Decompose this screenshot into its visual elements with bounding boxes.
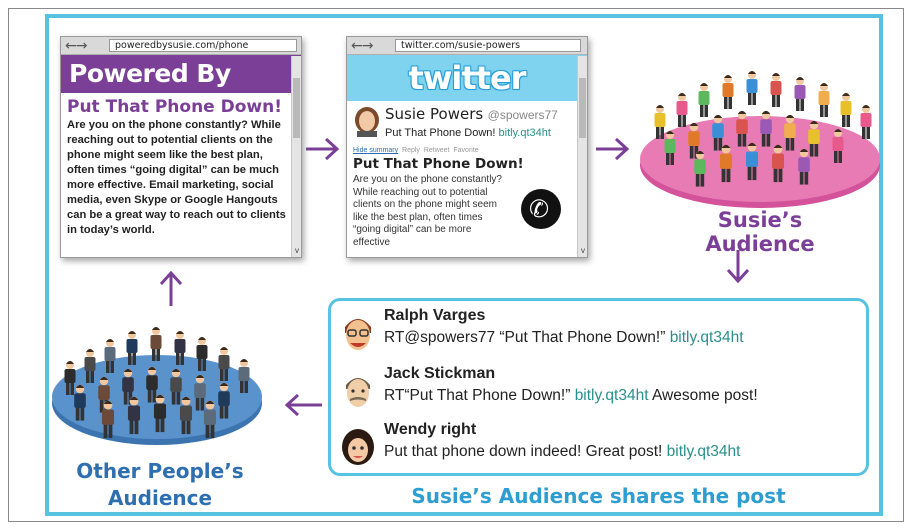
person-figure <box>771 144 785 183</box>
person-figure <box>218 382 230 419</box>
person-figure <box>794 77 806 111</box>
other-audience-crowd-icon <box>64 327 250 439</box>
susie-avatar-icon <box>355 107 379 137</box>
tweet-text-body: Put That Phone Down! <box>385 127 496 139</box>
jack-avatar-icon <box>346 378 370 407</box>
person-figure <box>760 110 772 147</box>
share-text-suffix: Awesome post! <box>648 387 758 404</box>
person-figure <box>664 131 676 165</box>
share-text-body: RT“Put That Phone Down!” <box>384 387 575 404</box>
blog-post-title: Put That Phone Down! <box>67 97 282 117</box>
susie-audience-label: Susie’s Audience <box>705 208 815 256</box>
person-figure <box>179 396 193 435</box>
wendy-avatar-icon <box>342 429 374 465</box>
hide-summary-link[interactable]: Hide summary <box>353 147 398 154</box>
person-figure <box>101 400 115 439</box>
phone-icon: ✆ <box>521 189 561 229</box>
twitter-scrollbar[interactable]: v <box>577 56 587 257</box>
arrow-up-icon <box>159 270 183 306</box>
twitter-logo: twitter <box>408 59 527 97</box>
blog-banner: Powered By Susie <box>61 55 301 126</box>
arrow-left-icon <box>284 393 322 417</box>
person-figure <box>126 331 138 365</box>
twitter-url[interactable]: twitter.com/susie-powers <box>395 39 581 52</box>
blog-scrollbar[interactable]: v <box>291 56 301 257</box>
person-figure <box>770 73 782 107</box>
person-figure <box>798 148 810 185</box>
person-figure <box>218 347 230 381</box>
share-author-name: Ralph Varges <box>384 307 486 324</box>
person-figure <box>860 105 872 139</box>
person-figure <box>722 75 734 109</box>
person-figure <box>746 71 758 105</box>
susie-audience-crowd-icon <box>654 71 872 187</box>
person-figure <box>194 374 206 411</box>
back-forward-arrows-icon[interactable]: ←→ <box>65 39 109 53</box>
share-link[interactable]: bitly.qt34ht <box>575 387 649 404</box>
share-author-name: Wendy right <box>384 421 477 438</box>
person-figure <box>104 339 116 373</box>
reply-action[interactable]: Reply <box>402 147 420 154</box>
shares-caption: Susie’s Audience shares the post <box>411 484 786 508</box>
person-figure <box>840 93 852 127</box>
share-text: Put that phone down indeed! Great post! … <box>384 443 740 461</box>
retweet-action[interactable]: Retweet <box>424 147 450 154</box>
share-text: RT@spowers77 “Put That Phone Down!” bitl… <box>384 329 744 347</box>
twitter-banner: twitter <box>347 55 587 101</box>
person-figure <box>736 110 748 147</box>
share-link[interactable]: bitly.qt34ht <box>667 443 741 460</box>
person-figure <box>84 349 96 383</box>
person-figure <box>150 327 162 361</box>
blog-scroll-thumb[interactable] <box>293 78 300 138</box>
tweet-actions: Hide summary Reply Retweet Favorite <box>347 147 587 154</box>
twitter-address-bar: ←→ twitter.com/susie-powers <box>347 37 587 55</box>
share-text-body: RT@spowers77 “Put That Phone Down!” <box>384 329 670 346</box>
person-figure <box>74 384 86 421</box>
phone-glyph: ✆ <box>529 195 550 223</box>
blog-address-bar: ←→ poweredbysusie.com/phone <box>61 37 301 55</box>
card-post-body: Are you on the phone constantly? While r… <box>353 174 502 248</box>
share-link[interactable]: bitly.qt34ht <box>670 329 744 346</box>
person-figure <box>64 361 76 395</box>
person-figure <box>712 114 724 151</box>
person-figure <box>784 114 796 151</box>
arrow-right-icon <box>596 137 630 161</box>
favorite-action[interactable]: Favorite <box>453 147 478 154</box>
tweet-profile: Susie Powers @spowers77 Put That Phone D… <box>347 101 587 145</box>
person-figure <box>196 337 208 371</box>
tweet-link[interactable]: bitly.qt34ht <box>499 127 551 139</box>
tweet-text: Put That Phone Down! bitly.qt34ht <box>385 127 587 139</box>
share-text-body: Put that phone down indeed! Great post! <box>384 443 667 460</box>
person-figure <box>170 368 182 405</box>
ralph-avatar-icon <box>345 319 371 350</box>
blog-url[interactable]: poweredbysusie.com/phone <box>109 39 297 52</box>
card-post-title: Put That Phone Down! <box>353 156 524 172</box>
other-audience-label: Other People’s Audience <box>60 458 260 512</box>
tweet-author-name: Susie Powers <box>385 105 484 123</box>
arrow-right-icon <box>306 137 340 161</box>
person-figure <box>238 359 250 393</box>
back-forward-arrows-icon[interactable]: ←→ <box>351 39 395 53</box>
person-figure <box>174 331 186 365</box>
blog-post-body: Are you on the phone constantly? While r… <box>67 119 286 236</box>
person-figure <box>808 120 820 157</box>
person-figure <box>818 83 830 117</box>
share-author-name: Jack Stickman <box>384 365 496 382</box>
other-audience-label-line2: Audience <box>107 486 213 510</box>
person-figure <box>203 400 217 439</box>
person-figure <box>698 83 710 117</box>
person-figure <box>832 129 844 163</box>
person-figure <box>654 105 666 139</box>
scroll-down-icon[interactable]: v <box>292 246 302 255</box>
twitter-scroll-thumb[interactable] <box>579 78 586 138</box>
shares-box: Ralph Varges RT@spowers77 “Put That Phon… <box>328 298 869 476</box>
other-audience-label-line1: Other People’s <box>76 459 244 483</box>
blog-browser-window: ←→ poweredbysusie.com/phone Powered By S… <box>60 36 302 258</box>
scroll-down-icon[interactable]: v <box>578 246 588 255</box>
share-text: RT“Put That Phone Down!” bitly.qt34ht Aw… <box>384 387 758 405</box>
person-figure <box>745 142 759 181</box>
tweet-author-handle: @spowers77 <box>487 108 558 122</box>
twitter-browser-window: ←→ twitter.com/susie-powers twitter Susi… <box>346 36 588 258</box>
person-figure <box>676 93 688 127</box>
